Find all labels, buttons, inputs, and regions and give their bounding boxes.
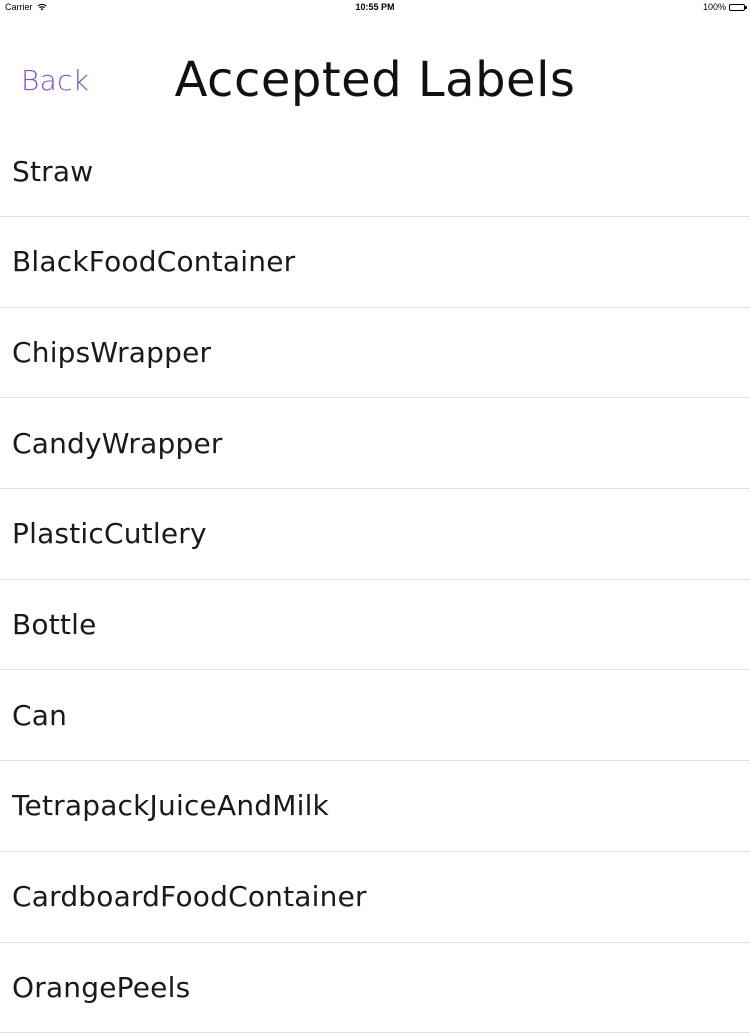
list-item[interactable]: TetrapackJuiceAndMilk: [0, 761, 750, 852]
accepted-labels-list: Straw BlackFoodContainer ChipsWrapper Ca…: [0, 126, 750, 1033]
status-right: 100%: [703, 2, 745, 12]
list-item[interactable]: OrangePeels: [0, 943, 750, 1033]
status-time: 10:55 PM: [0, 2, 750, 12]
list-item[interactable]: ChipsWrapper: [0, 308, 750, 399]
list-item[interactable]: BlackFoodContainer: [0, 217, 750, 308]
list-item[interactable]: CandyWrapper: [0, 398, 750, 489]
list-item[interactable]: Can: [0, 670, 750, 761]
battery-percent: 100%: [703, 2, 726, 12]
list-item[interactable]: Bottle: [0, 580, 750, 671]
back-button[interactable]: Back: [21, 64, 89, 97]
list-item[interactable]: Straw: [0, 126, 750, 217]
status-bar: Carrier 10:55 PM 100%: [0, 0, 750, 16]
list-item[interactable]: CardboardFoodContainer: [0, 852, 750, 943]
navigation-bar: Accepted Labels Back: [0, 16, 750, 126]
battery-icon: [729, 4, 745, 11]
list-item[interactable]: PlasticCutlery: [0, 489, 750, 580]
page-title: Accepted Labels: [0, 52, 750, 108]
